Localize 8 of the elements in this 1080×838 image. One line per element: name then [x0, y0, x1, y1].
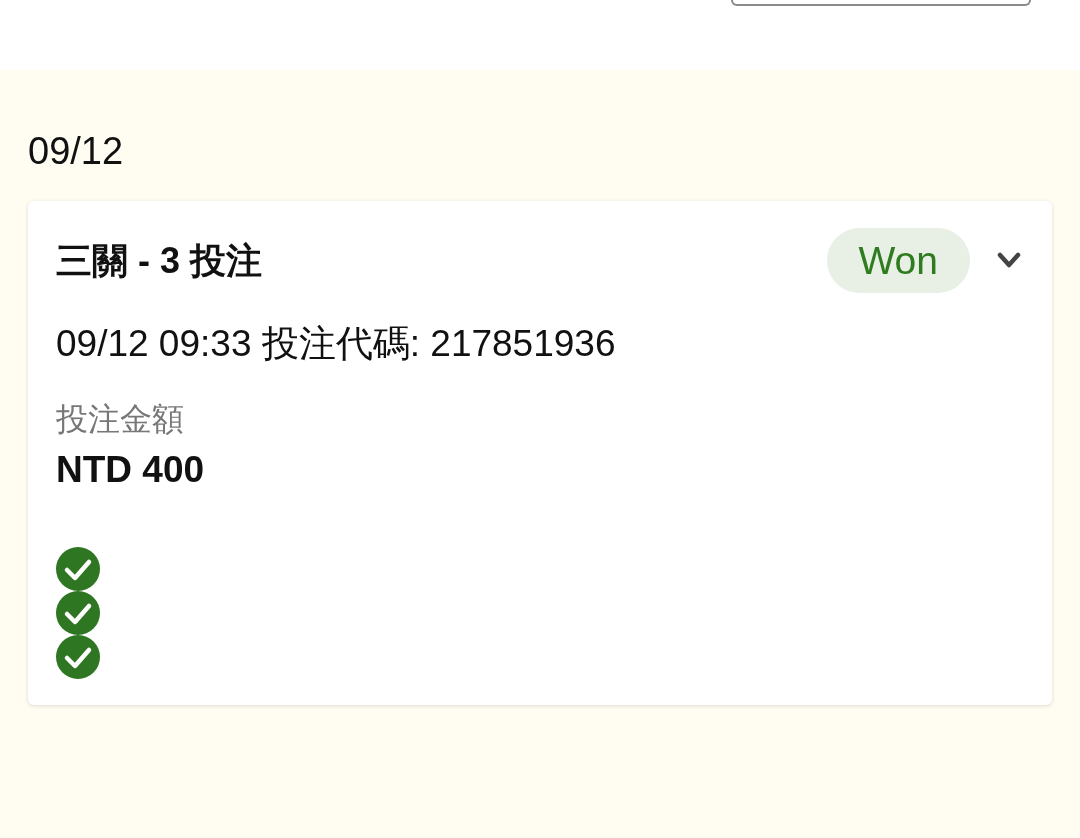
stake-label: 投注金額 — [56, 401, 184, 437]
bet-details: 09/12 09:33 投注代碼: 217851936 — [56, 324, 616, 364]
status-badge: Won — [826, 228, 970, 293]
bet-title: 三關 - 3 投注 — [56, 240, 262, 281]
input-field[interactable] — [731, 0, 1031, 6]
chevron-down-icon[interactable] — [997, 252, 1021, 269]
date-heading: 09/12 — [28, 131, 124, 171]
stake-amount: NTD 400 — [56, 450, 205, 490]
